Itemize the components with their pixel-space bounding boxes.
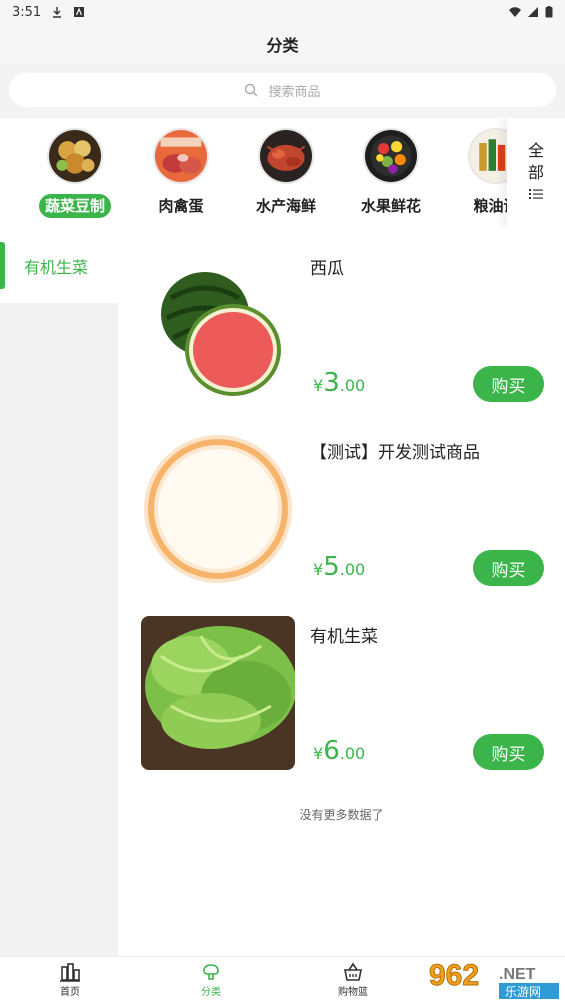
buy-button[interactable]: 购买 [473,734,544,770]
all-label-line1: 全 [527,141,544,160]
lettuce-image [141,616,295,770]
category-label: 水果鲜花 [360,197,421,215]
search-input[interactable]: 搜索商品 [9,73,556,107]
product-price: ¥ 6 .00 [313,736,365,766]
active-indicator [0,242,5,289]
tab-basket[interactable]: 购物篮 [313,961,393,1003]
status-bar: 3:51 [0,0,565,24]
watermark-sub: 乐游网 [505,985,541,999]
search-bar: 搜索商品 [0,64,565,118]
tab-home[interactable]: 首页 [30,961,110,1003]
tab-label: 购物篮 [338,987,368,998]
product-name: 有机生菜 [310,627,378,647]
product-price: ¥ 3 .00 [313,368,365,398]
list-icon [529,189,543,199]
download-icon [53,7,62,18]
price-decimal: .00 [339,744,366,763]
list-end-text: 没有更多数据了 [299,808,384,822]
battery-icon [545,6,553,18]
category-bar: 蔬菜豆制 肉禽蛋 水产海鲜 水果鲜花 粮油调 全 部 [0,118,565,228]
watermark-domain: .NET [499,966,536,983]
meat-image [153,128,209,184]
all-label-line2: 部 [527,163,544,182]
sidebar-item-organic-lettuce[interactable]: 有机生菜 [0,228,118,303]
fruit-flower-image [363,128,419,184]
category-label: 肉禽蛋 [158,197,204,215]
buy-button[interactable]: 购买 [473,550,544,586]
product-price: ¥ 5 .00 [313,552,365,582]
tab-label: 分类 [201,987,221,998]
app-notification-icon [74,7,85,17]
home-icon [60,963,80,982]
category-icon [203,964,219,980]
test-product-image [141,432,295,586]
currency-symbol: ¥ [313,376,324,395]
category-item-meat[interactable]: 肉禽蛋 [129,128,233,223]
price-decimal: .00 [339,376,366,395]
page-header: 分类 [0,24,565,64]
status-time: 3:51 [12,4,42,20]
category-item-seafood[interactable]: 水产海鲜 [234,128,338,223]
category-label: 水产海鲜 [255,197,316,215]
price-integer: 3 [323,368,340,398]
product-name: 【测试】开发测试商品 [310,443,480,463]
category-item-fruit-flowers[interactable]: 水果鲜花 [339,128,443,223]
sidebar-item-label: 有机生菜 [24,257,89,277]
page-title: 分类 [266,36,299,55]
signal-icon [528,7,538,17]
buy-button[interactable]: 购买 [473,366,544,402]
sub-category-sidebar: 有机生菜 [0,228,118,956]
currency-symbol: ¥ [313,560,324,579]
tab-label: 首页 [60,987,80,998]
category-item-vegetables[interactable]: 蔬菜豆制 [23,128,127,223]
currency-symbol: ¥ [313,744,324,763]
all-categories-button[interactable]: 全 部 [507,118,565,228]
site-watermark: 962 .NET 乐游网 [425,955,560,1001]
vegetables-platter-image [47,128,103,184]
seafood-image [258,128,314,184]
price-integer: 6 [323,736,340,766]
price-decimal: .00 [339,560,366,579]
product-name: 西瓜 [310,259,344,279]
tab-category[interactable]: 分类 [171,961,251,1003]
product-card[interactable]: 西瓜 ¥ 3 .00 购买 [118,236,565,404]
basket-icon [344,962,362,981]
product-card[interactable]: 【测试】开发测试商品 ¥ 5 .00 购买 [118,420,565,588]
category-label: 蔬菜豆制 [38,194,111,218]
product-card[interactable]: 有机生菜 ¥ 6 .00 购买 [118,604,565,772]
watermark-number: 962 [429,959,479,992]
wifi-icon [509,7,521,18]
search-icon [245,83,258,97]
watermelon-image [141,248,295,402]
price-integer: 5 [323,552,340,582]
product-list: 西瓜 ¥ 3 .00 购买 【测试】开发测试商品 ¥ 5 .00 购买 有机生菜… [118,228,565,956]
search-placeholder: 搜索商品 [268,84,321,100]
